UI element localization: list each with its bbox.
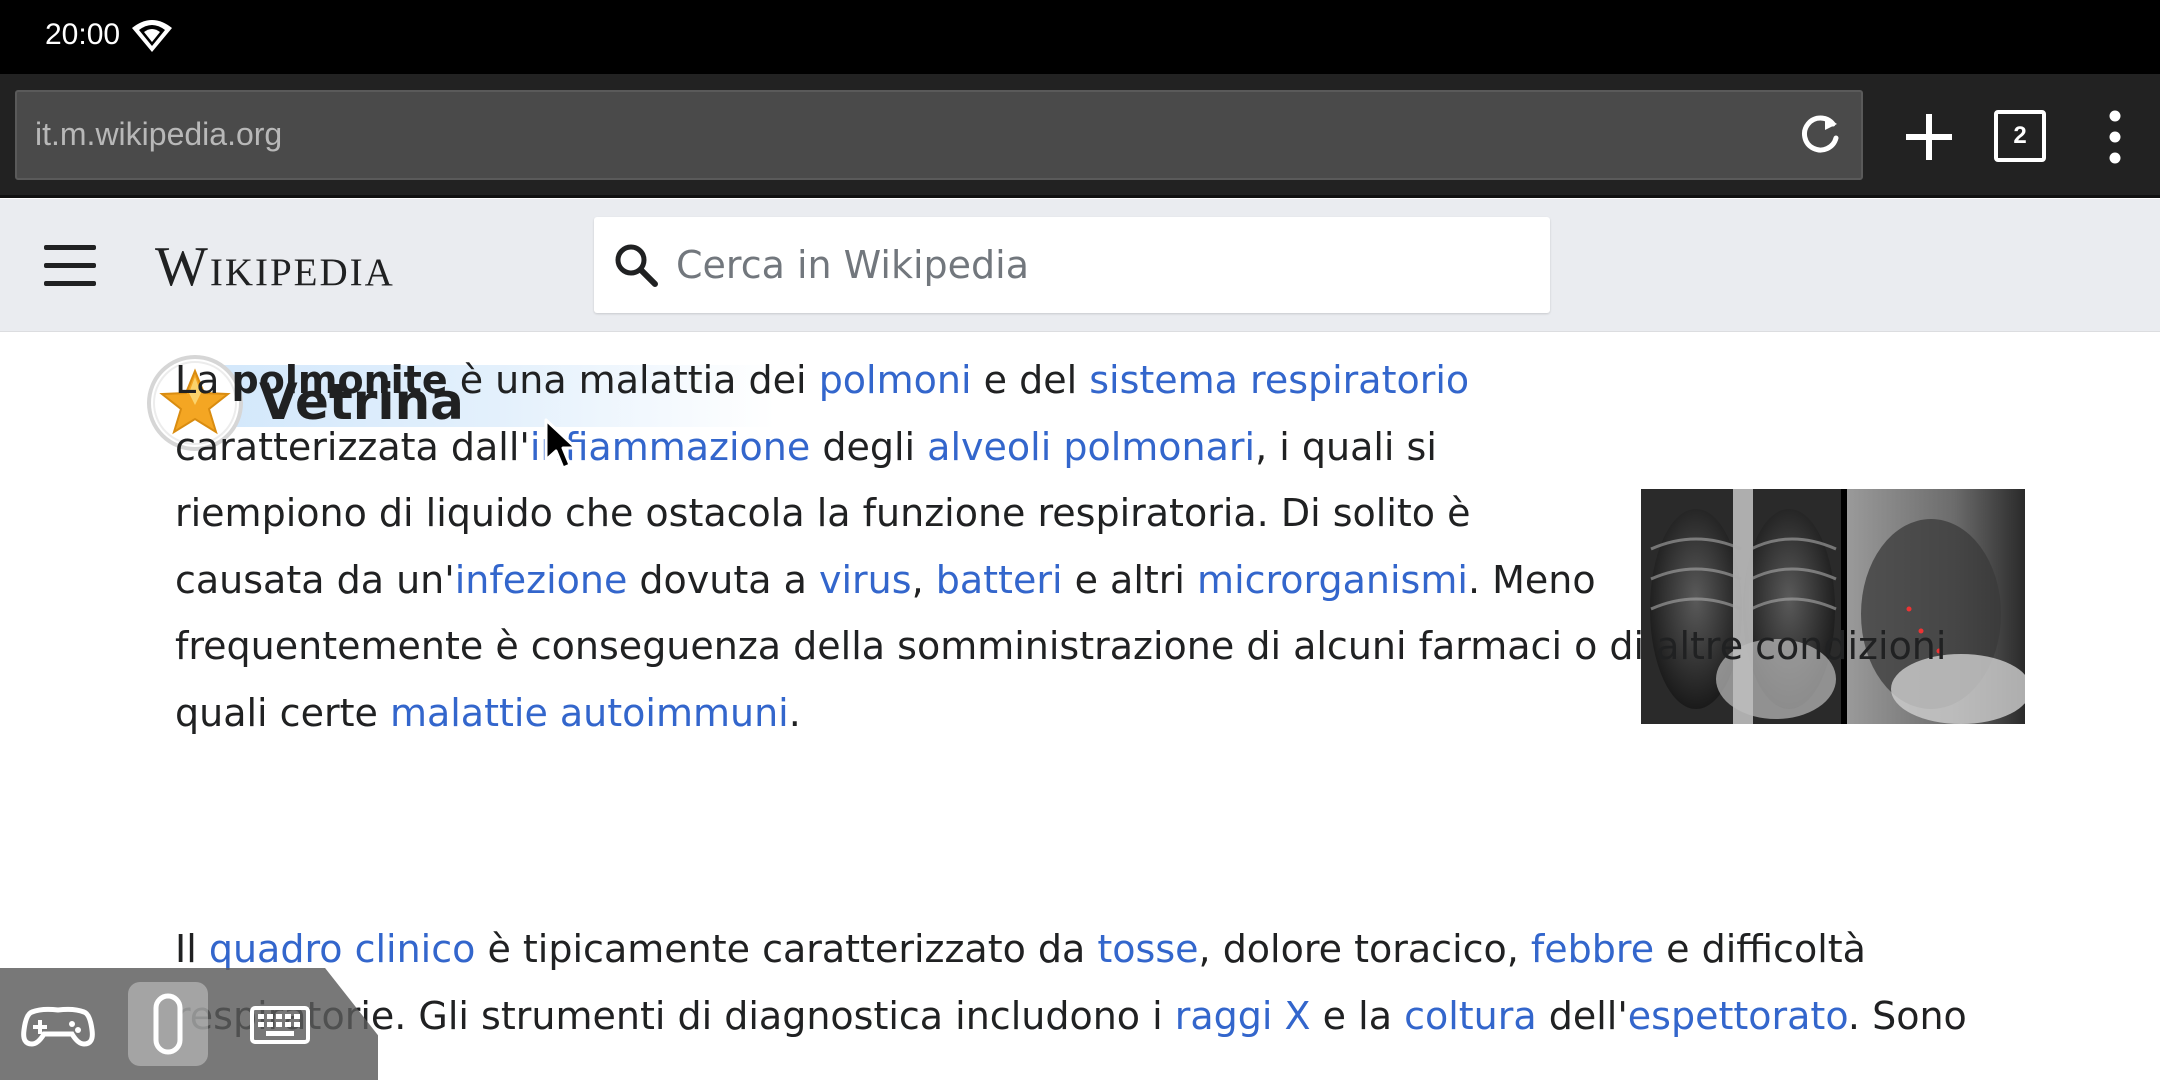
more-vert-icon[interactable] bbox=[2090, 110, 2140, 164]
paragraph-line: Il quadro clinico è tipicamente caratter… bbox=[175, 927, 1866, 971]
link-raggi-x[interactable]: raggi X bbox=[1175, 994, 1311, 1038]
paragraph-line: riempiono di liquido che ostacola la fun… bbox=[175, 491, 1471, 535]
keyboard-icon[interactable] bbox=[240, 984, 320, 1064]
reload-icon[interactable] bbox=[1797, 112, 1843, 158]
search-icon bbox=[615, 244, 658, 287]
article-content: Vetrina La polmonite è una malattia dei … bbox=[0, 333, 2160, 1080]
bold-term: polmonite bbox=[231, 358, 448, 402]
address-bar-url[interactable]: it.m.wikipedia.org bbox=[35, 116, 282, 153]
link-virus[interactable]: virus bbox=[819, 558, 912, 602]
browser-toolbar: it.m.wikipedia.org 2 bbox=[0, 74, 2160, 198]
link-espettorato[interactable]: espettorato bbox=[1628, 994, 1848, 1038]
search-placeholder: Cerca in Wikipedia bbox=[676, 243, 1030, 287]
gamepad-icon[interactable] bbox=[18, 984, 98, 1064]
link-alveoli-polmonari[interactable]: alveoli polmonari bbox=[927, 425, 1255, 469]
link-malattie-autoimmuni[interactable]: malattie autoimmuni bbox=[390, 691, 789, 735]
status-time: 20:00 bbox=[45, 18, 121, 51]
hamburger-icon[interactable] bbox=[44, 245, 96, 287]
search-input[interactable]: Cerca in Wikipedia bbox=[594, 217, 1550, 313]
paragraph-line: respiratorie. Gli strumenti di diagnosti… bbox=[175, 993, 1967, 1038]
article-paragraph-1: La polmonite è una malattia dei polmoni … bbox=[175, 347, 1975, 746]
paragraph-line: quali certe malattie autoimmuni. bbox=[175, 690, 801, 735]
link-polmoni[interactable]: polmoni bbox=[819, 358, 972, 402]
address-bar[interactable]: it.m.wikipedia.org bbox=[15, 90, 1863, 180]
link-infezione[interactable]: infezione bbox=[455, 558, 628, 602]
paragraph-line: caratterizzata dall'infiammazione degli … bbox=[175, 424, 1437, 469]
wikipedia-wordmark[interactable]: Wikipedia bbox=[155, 235, 395, 299]
link-febbre[interactable]: febbre bbox=[1531, 927, 1654, 971]
wifi-icon bbox=[132, 20, 172, 52]
status-bar: 20:00 bbox=[0, 0, 2160, 74]
link-tosse[interactable]: tosse bbox=[1097, 927, 1198, 971]
link-batteri[interactable]: batteri bbox=[936, 558, 1063, 602]
link-sistema-respiratorio[interactable]: sistema respiratorio bbox=[1089, 358, 1469, 402]
link-quadro-clinico[interactable]: quadro clinico bbox=[209, 927, 476, 971]
paragraph-line: causata da un'infezione dovuta a virus, … bbox=[175, 557, 1596, 602]
mouse-cursor bbox=[544, 418, 578, 470]
link-coltura[interactable]: coltura bbox=[1404, 994, 1537, 1038]
link-microrganismi[interactable]: microrganismi bbox=[1197, 558, 1468, 602]
paragraph-line: La polmonite è una malattia dei polmoni … bbox=[175, 358, 1470, 402]
tab-switcher-button[interactable]: 2 bbox=[1994, 110, 2046, 162]
article-paragraph-2: Il quadro clinico è tipicamente caratter… bbox=[175, 916, 1995, 1049]
mouse-mode-button[interactable] bbox=[128, 982, 208, 1066]
plus-icon[interactable] bbox=[1902, 110, 1956, 164]
wikipedia-header: Wikipedia Cerca in Wikipedia bbox=[0, 199, 2160, 332]
mouse-icon bbox=[153, 993, 183, 1055]
paragraph-line: frequentemente è conseguenza della sommi… bbox=[175, 624, 1947, 668]
